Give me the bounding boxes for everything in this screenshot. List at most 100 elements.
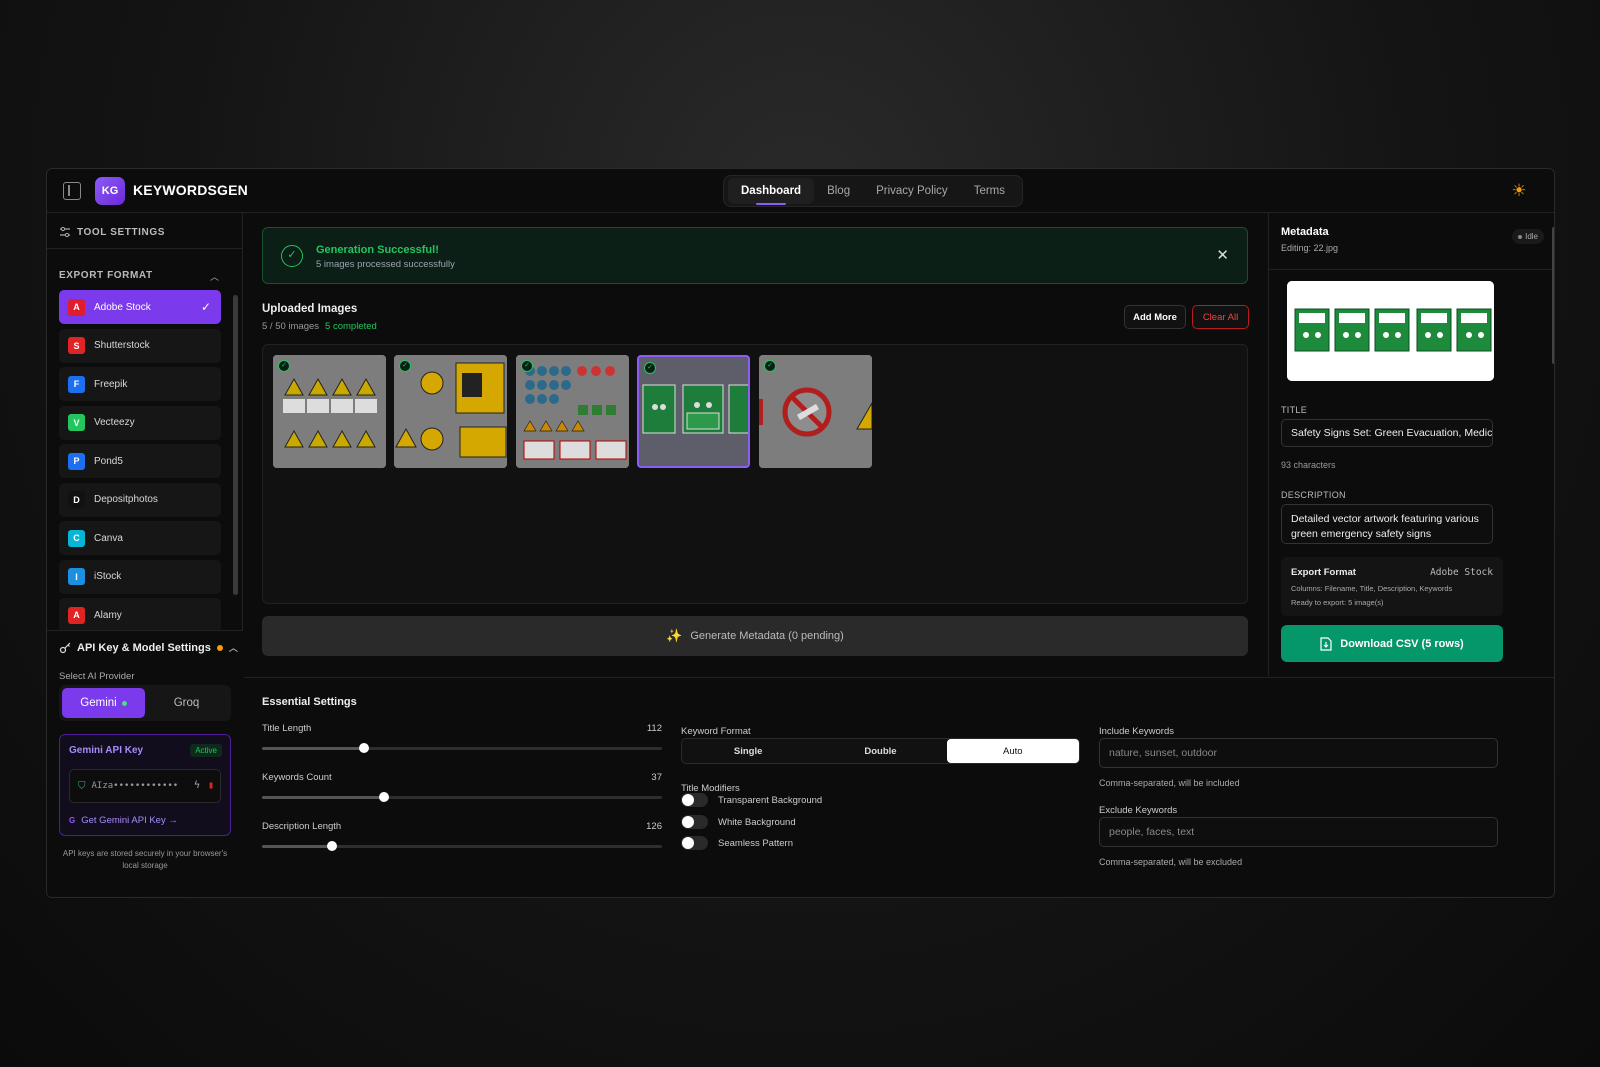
platform-pond5[interactable]: P Pond5 [59, 444, 221, 478]
nav-privacy-policy[interactable]: Privacy Policy [863, 178, 961, 204]
key-actions: ϟ ▮ [194, 780, 214, 791]
slider-value: 126 [646, 821, 662, 832]
api-settings-header[interactable]: API Key & Model Settings ︿ [59, 641, 238, 654]
chevron-up-icon[interactable]: ︿ [229, 641, 238, 654]
sliders-icon [60, 226, 70, 238]
generate-metadata-button[interactable]: ✨ Generate Metadata (0 pending) [262, 616, 1248, 656]
platform-label: Depositphotos [94, 494, 158, 505]
modifier-seamless[interactable]: Seamless Pattern [681, 836, 793, 850]
check-icon: ✓ [200, 300, 211, 314]
status-dot [216, 644, 223, 651]
key-icon [59, 642, 71, 653]
toggle-switch[interactable] [681, 836, 708, 850]
check-icon: ✓ [399, 360, 411, 372]
slider-track[interactable] [262, 792, 662, 802]
platform-label: Pond5 [94, 455, 123, 467]
metadata-scrollbar[interactable] [1552, 227, 1554, 364]
platform-shutterstock[interactable]: S Shutterstock [59, 328, 221, 363]
toggle-switch[interactable] [681, 793, 708, 807]
slider-handle[interactable] [327, 841, 337, 851]
format-single-button[interactable]: Single [682, 739, 814, 763]
slider-track[interactable] [262, 743, 662, 753]
shield-icon: ⛉ [78, 780, 86, 792]
toggle-switch[interactable] [681, 815, 708, 829]
storage-note: API keys are stored securely in your bro… [62, 849, 228, 870]
slider-label: Keywords Count [262, 772, 332, 783]
image-thumbnail-selected[interactable]: ✓ [637, 355, 750, 468]
description-textarea[interactable]: Detailed vector artwork featuring variou… [1281, 504, 1493, 544]
image-thumbnail[interactable]: ✓ [273, 355, 386, 468]
platform-canva[interactable]: C Canva [59, 521, 221, 555]
provider-groq-button[interactable]: Groq [145, 688, 228, 718]
nav-blog[interactable]: Blog [814, 178, 863, 204]
slider-track[interactable] [262, 841, 662, 851]
thumb-mixed-signs [516, 355, 629, 468]
alert-title: Generation Successful! [316, 244, 439, 256]
theme-toggle-sun-icon[interactable]: ☀ [1510, 182, 1528, 200]
bolt-icon[interactable]: ϟ [194, 780, 200, 791]
app-name: KEYWORDSGEN [133, 182, 248, 198]
add-more-button[interactable]: Add More [1124, 305, 1186, 329]
sidebar: TOOL SETTINGS EXPORT FORMAT ︿ A Adobe Sto… [47, 213, 243, 897]
check-icon: ✓ [764, 360, 776, 372]
export-format-header[interactable]: EXPORT FORMAT ︿ [59, 270, 219, 283]
sidebar-scrollbar[interactable] [233, 295, 238, 595]
description-label: DESCRIPTION [1281, 490, 1346, 500]
sparkles-icon: ✨ [666, 628, 683, 643]
nav-dashboard[interactable]: Dashboard [728, 178, 815, 205]
image-thumbnail[interactable]: ✓ [394, 355, 507, 468]
provider-gemini-button[interactable]: Gemini [62, 688, 145, 718]
completed-count: 5 completed [325, 321, 377, 332]
status-badge: Idle [1512, 229, 1544, 244]
nav-terms[interactable]: Terms [961, 178, 1018, 204]
platform-freepik[interactable]: F Freepik [59, 367, 221, 401]
title-input[interactable]: Safety Signs Set: Green Evacuation, Medi… [1281, 419, 1493, 447]
close-icon[interactable]: ✕ [1216, 246, 1229, 264]
get-key-link[interactable]: G Get Gemini API Key → [69, 815, 178, 826]
platform-vecteezy[interactable]: V Vecteezy [59, 405, 221, 440]
exclude-keywords-hint: Comma-separated, will be excluded [1099, 857, 1243, 867]
platform-istock[interactable]: IiStock [59, 559, 221, 594]
exclude-keywords-input[interactable]: people, faces, text [1099, 817, 1498, 847]
api-key-value: AIza•••••••••••• [91, 781, 179, 791]
api-settings-title: API Key & Model Settings [77, 641, 211, 654]
thumb-green-evacuation-signs [639, 357, 748, 466]
platform-alamy[interactable]: A Alamy [59, 598, 221, 632]
tool-settings-header: TOOL SETTINGS [59, 226, 165, 238]
clear-all-button[interactable]: Clear All [1192, 305, 1249, 329]
slider-handle[interactable] [379, 792, 389, 802]
divider [1269, 269, 1554, 270]
format-auto-button[interactable]: Auto [946, 739, 1079, 763]
app-window: KG KEYWORDSGEN Dashboard Blog Privacy Po… [46, 168, 1555, 898]
slider-value: 112 [646, 723, 662, 734]
modifier-label: Transparent Background [718, 794, 823, 806]
download-csv-button[interactable]: Download CSV (5 rows) [1281, 625, 1503, 662]
platform-badge: A [68, 606, 85, 624]
platform-adobe-stock[interactable]: A Adobe Stock ✓ [59, 290, 221, 324]
include-keywords-hint: Comma-separated, will be included [1099, 778, 1240, 788]
platform-label: iStock [94, 571, 122, 582]
chevron-up-icon[interactable]: ︿ [210, 270, 219, 283]
image-thumbnail[interactable]: ✓ [759, 355, 872, 468]
platform-badge: P [68, 452, 85, 470]
trash-icon[interactable]: ▮ [208, 780, 214, 791]
modifier-white[interactable]: White Background [681, 815, 796, 829]
platform-label: Canva [94, 532, 123, 544]
check-icon: ✓ [521, 360, 533, 372]
generate-label: Generate Metadata (0 pending) [690, 630, 844, 642]
provider-toggle: Gemini Groq [59, 685, 231, 721]
include-keywords-input[interactable]: nature, sunset, outdoor [1099, 738, 1498, 768]
alert-message: 5 images processed successfully [316, 259, 455, 270]
slider-fill [262, 845, 330, 848]
slider-handle[interactable] [359, 743, 369, 753]
api-key-field[interactable]: ⛉ AIza•••••••••••• ϟ ▮ [69, 769, 221, 803]
exclude-keywords-label: Exclude Keywords [1099, 805, 1178, 816]
platform-depositphotos[interactable]: D Depositphotos [59, 482, 221, 517]
thumb-no-smoking-sign [759, 355, 872, 468]
sidebar-toggle-icon[interactable] [63, 182, 81, 200]
keyword-format-toggle: Single Double Auto [681, 738, 1080, 764]
top-bar: KG KEYWORDSGEN Dashboard Blog Privacy Po… [47, 169, 1554, 213]
format-double-button[interactable]: Double [814, 739, 946, 763]
modifier-transparent[interactable]: Transparent Background [681, 793, 822, 807]
image-thumbnail[interactable]: ✓ [516, 355, 629, 468]
